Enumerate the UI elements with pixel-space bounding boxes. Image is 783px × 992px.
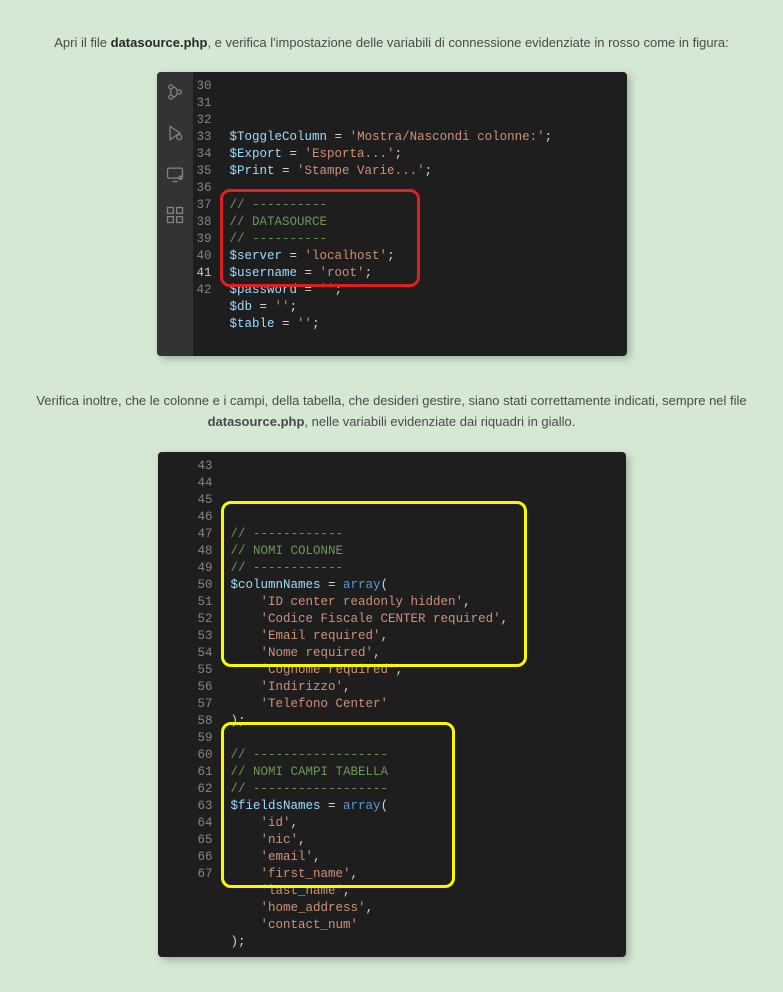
line-number: 37 — [197, 197, 212, 214]
line-number: 55 — [198, 662, 213, 679]
line-number: 45 — [198, 492, 213, 509]
line-number: 32 — [197, 112, 212, 129]
code-line: // ------------ — [231, 560, 618, 577]
intro-prefix: Apri il file — [54, 35, 110, 50]
code-line: ); — [231, 934, 618, 951]
line-number: 51 — [198, 594, 213, 611]
code-line — [230, 333, 619, 350]
code-line — [231, 730, 618, 747]
code-line: // ---------- — [230, 231, 619, 248]
line-number: 43 — [198, 458, 213, 475]
line-number: 41 — [197, 265, 212, 282]
code-line: 'Email required', — [231, 628, 618, 645]
code-line: // DATASOURCE — [230, 214, 619, 231]
line-number: 67 — [198, 866, 213, 883]
line-number: 47 — [198, 526, 213, 543]
line-number: 44 — [198, 475, 213, 492]
code-line: 'contact_num' — [231, 917, 618, 934]
code-area[interactable]: $ToggleColumn = 'Mostra/Nascondi colonne… — [222, 72, 627, 356]
line-number: 61 — [198, 764, 213, 781]
code-line: $server = 'localhost'; — [230, 248, 619, 265]
line-number: 50 — [198, 577, 213, 594]
code-line: $db = ''; — [230, 299, 619, 316]
remote-icon[interactable] — [165, 164, 185, 187]
line-number: 57 — [198, 696, 213, 713]
code-line: // ------------ — [231, 526, 618, 543]
code-line: 'first_name', — [231, 866, 618, 883]
line-number: 59 — [198, 730, 213, 747]
code-line: 'Nome required', — [231, 645, 618, 662]
line-number: 48 — [198, 543, 213, 560]
code-line: $table = ''; — [230, 316, 619, 333]
code-line: 'Telefono Center' — [231, 696, 618, 713]
line-number: 42 — [197, 282, 212, 299]
line-number: 46 — [198, 509, 213, 526]
code-line: 'Indirizzo', — [231, 679, 618, 696]
code-line: // NOMI COLONNE — [231, 543, 618, 560]
code-line: 'home_address', — [231, 900, 618, 917]
code-line: $username = 'root'; — [230, 265, 619, 282]
intro-text: Apri il file datasource.php, e verifica … — [0, 33, 783, 54]
code-editor-2: 4344454647484950515253545556575859606162… — [158, 452, 626, 957]
code-line: $ToggleColumn = 'Mostra/Nascondi colonne… — [230, 129, 619, 146]
code-line: 'Cognome required', — [231, 662, 618, 679]
line-number: 56 — [198, 679, 213, 696]
code-line: // NOMI CAMPI TABELLA — [231, 764, 618, 781]
code-line: ); — [231, 713, 618, 730]
between-prefix: Verifica inoltre, che le colonne e i cam… — [36, 393, 746, 408]
line-number: 63 — [198, 798, 213, 815]
line-number: 34 — [197, 146, 212, 163]
line-number: 58 — [198, 713, 213, 730]
source-control-icon[interactable] — [165, 82, 185, 105]
line-number: 62 — [198, 781, 213, 798]
code-line: 'last_name', — [231, 883, 618, 900]
line-number: 35 — [197, 163, 212, 180]
line-number: 64 — [198, 815, 213, 832]
line-number: 33 — [197, 129, 212, 146]
code-line: $Export = 'Esporta...'; — [230, 146, 619, 163]
line-number: 60 — [198, 747, 213, 764]
code-line: 'ID center readonly hidden', — [231, 594, 618, 611]
run-debug-icon[interactable] — [165, 123, 185, 146]
code-editor-1: 30313233343536373839404142 $ToggleColumn… — [157, 72, 627, 356]
line-number: 31 — [197, 95, 212, 112]
code-line: $columnNames = array( — [231, 577, 618, 594]
line-number: 66 — [198, 849, 213, 866]
line-number: 52 — [198, 611, 213, 628]
code-line: // ------------------ — [231, 747, 618, 764]
code-line: 'Codice Fiscale CENTER required', — [231, 611, 618, 628]
code-line: $password = ''; — [230, 282, 619, 299]
line-number: 53 — [198, 628, 213, 645]
intro-suffix: , e verifica l'impostazione delle variab… — [207, 35, 728, 50]
line-number: 38 — [197, 214, 212, 231]
code-line: 'email', — [231, 849, 618, 866]
code-line: // ------------------ — [231, 781, 618, 798]
between-filename: datasource.php — [208, 414, 305, 429]
code-line: $Print = 'Stampe Varie...'; — [230, 163, 619, 180]
between-text: Verifica inoltre, che le colonne e i cam… — [20, 391, 763, 433]
line-number: 39 — [197, 231, 212, 248]
intro-filename: datasource.php — [111, 35, 208, 50]
activity-bar — [157, 72, 193, 356]
line-number: 49 — [198, 560, 213, 577]
line-number: 30 — [197, 78, 212, 95]
line-number: 65 — [198, 832, 213, 849]
code-area[interactable]: // ------------// NOMI COLONNE// -------… — [223, 452, 626, 957]
line-number: 54 — [198, 645, 213, 662]
line-number: 40 — [197, 248, 212, 265]
code-line: 'nic', — [231, 832, 618, 849]
line-number: 36 — [197, 180, 212, 197]
extensions-icon[interactable] — [165, 205, 185, 228]
code-line: $fieldsNames = array( — [231, 798, 618, 815]
line-gutter: 4344454647484950515253545556575859606162… — [158, 452, 223, 957]
code-line — [230, 180, 619, 197]
line-gutter: 30313233343536373839404142 — [193, 72, 222, 356]
between-suffix: , nelle variabili evidenziate dai riquad… — [304, 414, 575, 429]
code-line: 'id', — [231, 815, 618, 832]
code-line: // ---------- — [230, 197, 619, 214]
